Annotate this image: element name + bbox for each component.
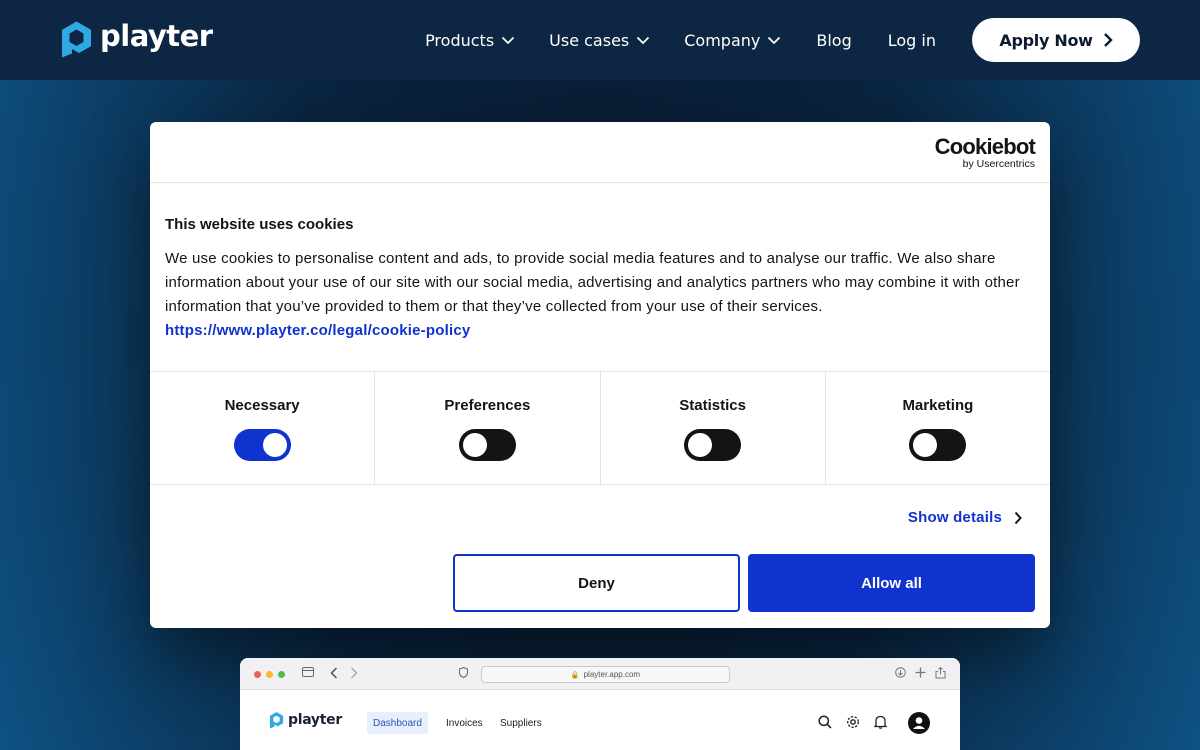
tab-suppliers[interactable]: Suppliers bbox=[500, 712, 542, 734]
nav-blog[interactable]: Blog bbox=[816, 31, 851, 50]
details-row: Show details bbox=[150, 485, 1050, 554]
consent-buttons: Deny Allow all bbox=[453, 554, 1035, 612]
back-icon bbox=[330, 667, 338, 679]
toggle-knob bbox=[913, 433, 938, 457]
download-icon bbox=[895, 667, 906, 678]
nav-products-label: Products bbox=[425, 30, 495, 50]
cookie-consent-dialog: Cookiebot by Usercentrics This website u… bbox=[150, 122, 1050, 628]
app-preview-screenshot: 🔒 playter.app.com playter Dashboard Invo… bbox=[240, 658, 960, 750]
apply-now-label: Apply Now bbox=[999, 30, 1093, 50]
main-nav: Products Use cases Company Blog Log in A… bbox=[425, 18, 1140, 62]
chevron-down-icon bbox=[768, 36, 781, 44]
logo-text: playter bbox=[100, 18, 213, 53]
apply-now-button[interactable]: Apply Now bbox=[972, 18, 1140, 62]
chevron-right-icon bbox=[1014, 511, 1022, 524]
nav-use-cases-label: Use cases bbox=[549, 30, 630, 50]
app-logo-text: playter bbox=[288, 712, 342, 728]
dialog-header: Cookiebot by Usercentrics bbox=[150, 122, 1050, 183]
user-icon bbox=[913, 717, 925, 729]
category-label: Necessary bbox=[224, 397, 300, 414]
category-label: Marketing bbox=[902, 397, 974, 414]
toggle-knob bbox=[262, 433, 287, 457]
app-header: playter Dashboard Invoices Suppliers bbox=[240, 690, 960, 750]
window-maximize-dot bbox=[278, 671, 285, 678]
show-details-link[interactable]: Show details bbox=[908, 509, 1022, 526]
tab-invoices[interactable]: Invoices bbox=[446, 712, 483, 734]
share-icon bbox=[935, 667, 946, 679]
preferences-toggle[interactable] bbox=[458, 429, 516, 461]
description-text: We use cookies to personalise content an… bbox=[165, 250, 1020, 315]
toggle-knob bbox=[462, 433, 487, 457]
cookie-policy-link[interactable]: https://www.playter.co/legal/cookie-poli… bbox=[165, 319, 1035, 343]
window-minimize-dot bbox=[266, 671, 273, 678]
category-statistics: Statistics bbox=[599, 372, 825, 484]
dialog-body: This website uses cookies We use cookies… bbox=[150, 183, 1050, 371]
playter-logo-icon bbox=[62, 21, 91, 58]
playter-logo-icon bbox=[269, 712, 284, 729]
window-close-dot bbox=[254, 671, 261, 678]
cookiebot-subtitle: by Usercentrics bbox=[962, 158, 1035, 170]
top-navigation-bar: playter Products Use cases Company Blog … bbox=[0, 0, 1200, 80]
chevron-down-icon bbox=[637, 36, 650, 44]
forward-icon bbox=[350, 667, 358, 679]
app-logo[interactable]: playter bbox=[269, 711, 342, 729]
url-text: playter.app.com bbox=[583, 670, 641, 679]
search-icon[interactable] bbox=[818, 715, 832, 729]
dialog-title: This website uses cookies bbox=[165, 216, 354, 233]
sidebar-icon bbox=[302, 667, 314, 677]
dialog-description: We use cookies to personalise content an… bbox=[165, 247, 1035, 343]
bell-icon[interactable] bbox=[874, 715, 887, 729]
avatar[interactable] bbox=[908, 712, 930, 734]
show-details-label: Show details bbox=[907, 509, 1002, 526]
cookiebot-logo[interactable]: Cookiebot by Usercentrics bbox=[934, 134, 1036, 171]
necessary-toggle[interactable] bbox=[233, 429, 291, 461]
tab-dashboard[interactable]: Dashboard bbox=[367, 712, 428, 734]
shield-icon bbox=[459, 667, 468, 678]
playter-logo[interactable]: playter bbox=[60, 20, 213, 58]
nav-use-cases[interactable]: Use cases bbox=[549, 31, 650, 50]
chevron-right-icon bbox=[1103, 33, 1113, 47]
toggle-knob bbox=[688, 433, 713, 457]
nav-login[interactable]: Log in bbox=[888, 31, 936, 50]
gear-icon[interactable] bbox=[846, 715, 860, 729]
statistics-toggle[interactable] bbox=[684, 429, 742, 461]
chevron-down-icon bbox=[502, 36, 515, 44]
nav-company-label: Company bbox=[684, 30, 761, 50]
category-label: Preferences bbox=[444, 397, 531, 414]
category-preferences: Preferences bbox=[374, 372, 599, 484]
cookie-categories: Necessary Preferences Statistics Marketi… bbox=[150, 371, 1050, 485]
category-label: Statistics bbox=[679, 397, 746, 414]
cookiebot-name: Cookiebot bbox=[934, 134, 1036, 159]
allow-all-button[interactable]: Allow all bbox=[748, 554, 1035, 612]
category-necessary: Necessary bbox=[150, 372, 374, 484]
marketing-toggle[interactable] bbox=[909, 429, 967, 461]
browser-toolbar: 🔒 playter.app.com bbox=[240, 658, 960, 690]
address-bar[interactable]: 🔒 playter.app.com bbox=[481, 666, 730, 683]
category-marketing: Marketing bbox=[824, 372, 1050, 484]
new-tab-icon bbox=[915, 667, 926, 678]
deny-button[interactable]: Deny bbox=[453, 554, 740, 612]
nav-products[interactable]: Products bbox=[425, 31, 515, 50]
lock-icon: 🔒 bbox=[570, 671, 580, 679]
nav-company[interactable]: Company bbox=[684, 31, 781, 50]
